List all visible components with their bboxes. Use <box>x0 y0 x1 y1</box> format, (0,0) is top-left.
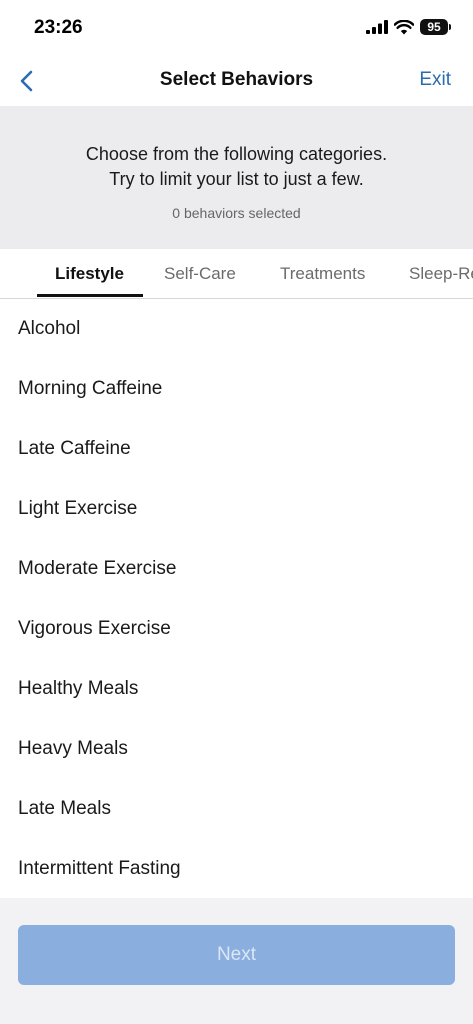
list-item[interactable]: Intermittent Fasting <box>0 839 473 899</box>
list-item-label: Late Meals <box>18 798 111 819</box>
next-button[interactable]: Next <box>18 925 455 985</box>
battery-icon: 95 <box>420 19 451 35</box>
exit-button[interactable]: Exit <box>419 69 451 91</box>
instruction-text: Try to limit your list to just a few. <box>109 169 364 189</box>
list-item-label: Heavy Meals <box>18 738 128 759</box>
wifi-icon <box>394 19 414 34</box>
nav-bar: Select Behaviors Exit <box>0 58 473 106</box>
list-item[interactable]: Late Caffeine <box>0 419 473 479</box>
page-title: Select Behaviors <box>159 69 314 90</box>
list-item-label: Light Exercise <box>18 498 138 519</box>
list-item-label: Intermittent Fasting <box>18 858 181 879</box>
list-item-label: Moderate Exercise <box>18 558 177 579</box>
status-icons: 95 <box>366 19 451 35</box>
list-item-label: Vigorous Exercise <box>18 618 171 639</box>
list-item[interactable]: Light Exercise <box>0 479 473 539</box>
footer: Next <box>0 898 473 1024</box>
list-item-label: Alcohol <box>18 318 81 339</box>
behavior-list: Alcohol Morning Caffeine Late Caffeine L… <box>0 299 473 899</box>
list-item[interactable]: Heavy Meals <box>0 719 473 779</box>
battery-level: 95 <box>420 19 448 35</box>
tab-self-care[interactable]: Self-Care <box>164 264 236 284</box>
category-tabs: Lifestyle Self-Care Treatments Sleep-Re <box>0 249 473 299</box>
active-tab-indicator <box>37 294 143 297</box>
list-item[interactable]: Moderate Exercise <box>0 539 473 599</box>
list-item[interactable]: Healthy Meals <box>0 659 473 719</box>
list-item-label: Healthy Meals <box>18 678 139 699</box>
tab-lifestyle[interactable]: Lifestyle <box>55 264 124 284</box>
list-item[interactable]: Late Meals <box>0 779 473 839</box>
list-item[interactable]: Alcohol <box>0 299 473 359</box>
list-item[interactable]: Vigorous Exercise <box>0 599 473 659</box>
list-item-label: Morning Caffeine <box>18 378 163 399</box>
list-item[interactable]: Morning Caffeine <box>0 359 473 419</box>
instruction-text: Choose from the following categories. <box>85 144 388 164</box>
tab-sleep[interactable]: Sleep-Re <box>409 264 473 284</box>
list-item-label: Late Caffeine <box>18 438 131 459</box>
status-time: 23:26 <box>34 17 83 38</box>
selected-count: 0 behaviors selected <box>172 205 301 221</box>
status-bar: 23:26 95 <box>0 0 473 58</box>
intro-panel: Choose from the following categories. Tr… <box>0 106 473 249</box>
cellular-signal-icon <box>366 20 388 34</box>
tab-treatments[interactable]: Treatments <box>280 264 365 284</box>
